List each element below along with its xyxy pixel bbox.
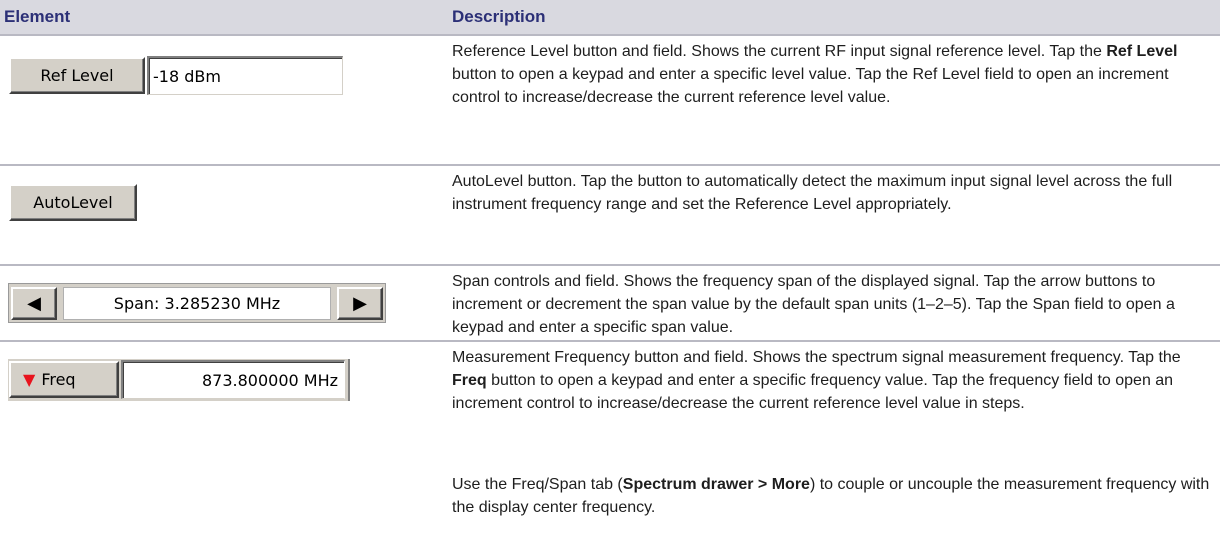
autolevel-description: AutoLevel button. Tap the button to auto… <box>452 173 1173 213</box>
header-element: Element <box>4 7 71 26</box>
table-row-span: ◀ Span: 3.285230 MHz ▶ Span controls and… <box>0 264 1220 340</box>
freq-button-label: Freq <box>41 370 76 389</box>
freq-field[interactable]: 873.800000 MHz <box>121 360 345 399</box>
controls-table: Element Description Ref Level -18 dBm Re… <box>0 0 1220 550</box>
left-arrow-icon: ◀ <box>27 293 41 314</box>
span-control: ◀ Span: 3.285230 MHz ▶ <box>8 283 386 323</box>
ref-level-field[interactable]: -18 dBm <box>147 56 343 95</box>
span-description: Span controls and field. Shows the frequ… <box>452 273 1175 336</box>
ref-level-button[interactable]: Ref Level <box>9 57 145 94</box>
freq-span-tab-note: Use the Freq/Span tab (Spectrum drawer >… <box>452 476 1210 516</box>
table-header: Element Description <box>0 0 1220 34</box>
freq-control: ▼ Freq 873.800000 MHz <box>8 359 350 401</box>
red-triangle-marker-icon: ▼ <box>23 369 36 389</box>
ref-level-description: Reference Level button and field. Shows … <box>452 43 1178 106</box>
table-row-autolevel: AutoLevel AutoLevel button. Tap the butt… <box>0 164 1220 264</box>
span-field[interactable]: Span: 3.285230 MHz <box>63 287 331 320</box>
right-arrow-icon: ▶ <box>353 293 367 314</box>
table-row-ref-level: Ref Level -18 dBm Reference Level button… <box>0 34 1220 164</box>
span-increment-button[interactable]: ▶ <box>337 287 383 320</box>
span-decrement-button[interactable]: ◀ <box>11 287 57 320</box>
freq-description: Measurement Frequency button and field. … <box>452 349 1181 412</box>
autolevel-button[interactable]: AutoLevel <box>9 184 137 221</box>
header-description: Description <box>452 7 546 26</box>
freq-button[interactable]: ▼ Freq <box>9 361 119 398</box>
table-row-freq: ▼ Freq 873.800000 MHz Measurement Freque… <box>0 340 1220 550</box>
